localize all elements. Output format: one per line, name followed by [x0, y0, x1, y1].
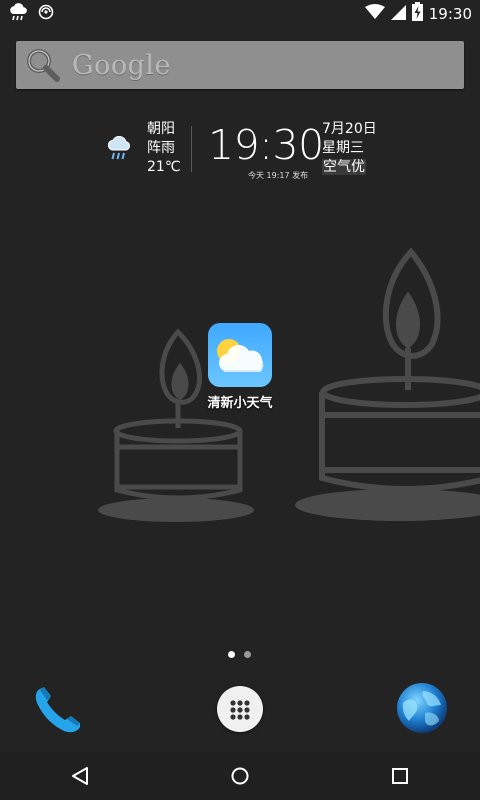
- search-icon: [24, 46, 62, 88]
- phone-icon[interactable]: [30, 681, 86, 741]
- google-logo-text: Google: [72, 50, 171, 81]
- page-indicator: [228, 651, 251, 658]
- air-quality-badge: 空气优: [322, 159, 366, 175]
- page-dot-active: [228, 651, 235, 658]
- widget-clock: 19:30: [208, 121, 324, 169]
- app-label: 清新小天气: [207, 396, 273, 411]
- widget-published-time: 今天 19:17 发布: [248, 171, 309, 180]
- status-time: 19:30: [428, 4, 472, 23]
- back-icon[interactable]: [68, 764, 92, 792]
- status-bar[interactable]: 19:30: [0, 0, 480, 25]
- app-drawer-icon[interactable]: [217, 686, 263, 732]
- app-shortcut-weather[interactable]: 清新小天气: [200, 323, 280, 411]
- widget-divider: [191, 126, 192, 172]
- notification-icon: [38, 4, 54, 24]
- weather-widget[interactable]: 朝阳 阵雨 21℃ 19:30 今天 19:17 发布 7月20日 星期三 空气…: [0, 118, 480, 184]
- wifi-icon: [364, 3, 385, 24]
- weather-location: 朝阳: [147, 121, 175, 137]
- home-icon[interactable]: [228, 764, 252, 792]
- weather-temperature: 21℃: [147, 159, 181, 175]
- widget-date: 7月20日: [322, 121, 377, 137]
- signal-icon: [390, 4, 406, 24]
- weather-condition: 阵雨: [147, 140, 175, 156]
- browser-icon[interactable]: [395, 681, 451, 741]
- weather-rain-icon: [8, 3, 28, 25]
- google-search-bar[interactable]: Google: [16, 41, 464, 89]
- widget-weekday: 星期三: [322, 140, 364, 156]
- weather-app-icon: [208, 323, 272, 387]
- recents-icon[interactable]: [388, 764, 412, 792]
- battery-charging-icon: [411, 2, 423, 25]
- navigation-bar: [0, 752, 480, 800]
- weather-rain-icon: [105, 135, 133, 166]
- page-dot: [244, 651, 251, 658]
